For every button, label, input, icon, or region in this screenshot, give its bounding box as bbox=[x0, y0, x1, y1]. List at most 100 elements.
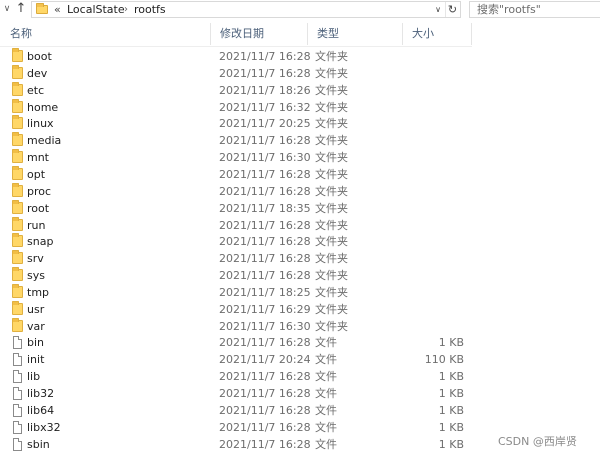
file-type: 文件 bbox=[315, 353, 337, 367]
file-date: 2021/11/7 18:26 bbox=[219, 83, 311, 97]
file-date: 2021/11/7 16:28 bbox=[219, 50, 311, 63]
file-date: 2021/11/7 16:28 bbox=[219, 66, 311, 80]
address-bar[interactable]: « LocalState › rootfs ∨ ↻ bbox=[31, 1, 461, 18]
folder-icon bbox=[12, 132, 23, 147]
folder-icon bbox=[12, 233, 23, 248]
file-row[interactable]: tmp 2021/11/7 18:25 文件夹 bbox=[0, 283, 472, 301]
folder-icon bbox=[12, 216, 23, 231]
file-row[interactable]: mnt 2021/11/7 16:30 文件夹 bbox=[0, 149, 472, 166]
file-name: libx32 bbox=[27, 420, 61, 434]
file-row[interactable]: linux 2021/11/7 20:25 文件夹 bbox=[0, 115, 472, 132]
file-row[interactable]: libx32 2021/11/7 16:28 文件 1 KB bbox=[0, 419, 472, 436]
search-placeholder: 搜索"rootfs" bbox=[477, 3, 541, 16]
file-row[interactable]: lib32 2021/11/7 16:28 文件 1 KB bbox=[0, 385, 472, 402]
file-size bbox=[400, 65, 464, 82]
file-type: 文件夹 bbox=[315, 201, 348, 215]
file-name: opt bbox=[27, 167, 46, 181]
file-row[interactable]: boot 2021/11/7 16:28 文件夹 bbox=[0, 48, 472, 65]
file-name: sys bbox=[27, 269, 45, 283]
folder-icon bbox=[12, 283, 23, 298]
file-size: 1 KB bbox=[438, 370, 464, 384]
folder-icon bbox=[12, 64, 23, 79]
file-row[interactable]: snap 2021/11/7 16:28 文件夹 bbox=[0, 233, 472, 250]
file-row[interactable]: bin 2021/11/7 16:28 文件 1 KB bbox=[0, 334, 472, 351]
recent-locations-chevron-icon[interactable]: ∨ bbox=[2, 2, 12, 16]
file-row[interactable]: srv 2021/11/7 16:28 文件夹 bbox=[0, 250, 472, 267]
file-row[interactable]: dev 2021/11/7 16:28 文件夹 bbox=[0, 64, 472, 82]
file-size: 1 KB bbox=[438, 437, 464, 451]
folder-icon bbox=[12, 300, 23, 315]
file-row[interactable]: home 2021/11/7 16:32 文件夹 bbox=[0, 98, 472, 116]
column-size[interactable]: 大小 bbox=[402, 21, 472, 47]
file-row[interactable]: opt 2021/11/7 16:28 文件夹 bbox=[0, 165, 472, 183]
file-icon bbox=[13, 370, 22, 384]
file-size bbox=[400, 99, 464, 116]
file-type: 文件夹 bbox=[315, 100, 348, 114]
file-size bbox=[400, 217, 464, 234]
column-name[interactable]: 名称 bbox=[0, 21, 210, 47]
file-row[interactable]: media 2021/11/7 16:28 文件夹 bbox=[0, 132, 472, 149]
file-name: sbin bbox=[27, 437, 50, 451]
file-row[interactable]: lib64 2021/11/7 16:28 文件 1 KB bbox=[0, 402, 472, 419]
breadcrumb-overflow-button[interactable]: « bbox=[54, 2, 61, 17]
file-name: root bbox=[27, 201, 50, 215]
file-size bbox=[400, 267, 464, 284]
file-row[interactable]: var 2021/11/7 16:30 文件夹 bbox=[0, 317, 472, 335]
file-row[interactable]: sbin 2021/11/7 16:28 文件 1 KB bbox=[0, 436, 472, 453]
file-type: 文件夹 bbox=[315, 235, 348, 249]
file-icon bbox=[13, 403, 22, 417]
file-name: lib64 bbox=[27, 403, 55, 417]
file-row[interactable]: run 2021/11/7 16:28 文件夹 bbox=[0, 216, 472, 234]
file-type: 文件夹 bbox=[315, 117, 348, 131]
file-type: 文件 bbox=[315, 387, 337, 400]
file-row[interactable]: init 2021/11/7 20:24 文件 110 KB bbox=[0, 351, 472, 368]
file-row[interactable]: etc 2021/11/7 18:26 文件夹 bbox=[0, 81, 472, 99]
refresh-icon[interactable]: ↻ bbox=[445, 2, 459, 17]
file-name: init bbox=[27, 353, 45, 367]
file-size bbox=[400, 48, 464, 65]
file-icon bbox=[13, 353, 22, 367]
column-type[interactable]: 类型 bbox=[307, 21, 402, 47]
file-type: 文件夹 bbox=[315, 151, 348, 165]
file-size bbox=[400, 166, 464, 183]
file-size: 1 KB bbox=[438, 403, 464, 417]
file-row[interactable]: sys 2021/11/7 16:28 文件夹 bbox=[0, 267, 472, 284]
file-name: mnt bbox=[27, 151, 49, 165]
file-type: 文件夹 bbox=[315, 184, 348, 198]
folder-icon bbox=[12, 115, 23, 130]
address-row: ∨ ↑ « LocalState › rootfs ∨ ↻ 搜索"rootfs" bbox=[0, 0, 600, 19]
up-arrow-icon[interactable]: ↑ bbox=[14, 1, 28, 17]
search-input[interactable]: 搜索"rootfs" bbox=[469, 1, 600, 18]
file-type: 文件 bbox=[315, 403, 337, 417]
file-date: 2021/11/7 16:28 bbox=[219, 184, 311, 198]
file-date: 2021/11/7 16:28 bbox=[219, 403, 311, 417]
file-name: lib32 bbox=[27, 387, 55, 400]
file-date: 2021/11/7 18:35 bbox=[219, 201, 311, 215]
file-row[interactable]: usr 2021/11/7 16:29 文件夹 bbox=[0, 300, 472, 318]
file-row[interactable]: proc 2021/11/7 16:28 文件夹 bbox=[0, 182, 472, 200]
file-date: 2021/11/7 16:28 bbox=[219, 370, 311, 384]
file-date: 2021/11/7 16:29 bbox=[219, 302, 311, 316]
breadcrumb-rootfs[interactable]: rootfs bbox=[134, 2, 166, 17]
file-size: 110 KB bbox=[424, 353, 464, 367]
breadcrumb-separator-icon[interactable]: › bbox=[124, 2, 128, 17]
file-row[interactable]: lib 2021/11/7 16:28 文件 1 KB bbox=[0, 368, 472, 385]
file-row[interactable]: root 2021/11/7 18:35 文件夹 bbox=[0, 199, 472, 217]
file-date: 2021/11/7 16:28 bbox=[219, 437, 311, 451]
column-divider[interactable] bbox=[471, 23, 472, 45]
file-size: 1 KB bbox=[438, 387, 464, 400]
folder-icon bbox=[12, 199, 23, 214]
folder-icon bbox=[12, 317, 23, 332]
file-type: 文件夹 bbox=[315, 319, 348, 333]
breadcrumb-localstate[interactable]: LocalState bbox=[67, 2, 125, 17]
address-dropdown-icon[interactable]: ∨ bbox=[432, 2, 444, 17]
file-type: 文件 bbox=[315, 336, 337, 350]
column-date[interactable]: 修改日期 bbox=[210, 21, 307, 47]
folder-icon bbox=[36, 3, 48, 14]
folder-icon bbox=[12, 250, 23, 265]
file-date: 2021/11/7 16:30 bbox=[219, 319, 311, 333]
folder-icon bbox=[12, 182, 23, 197]
file-type: 文件 bbox=[315, 370, 337, 384]
folder-icon bbox=[12, 81, 23, 96]
file-name: boot bbox=[27, 50, 52, 63]
